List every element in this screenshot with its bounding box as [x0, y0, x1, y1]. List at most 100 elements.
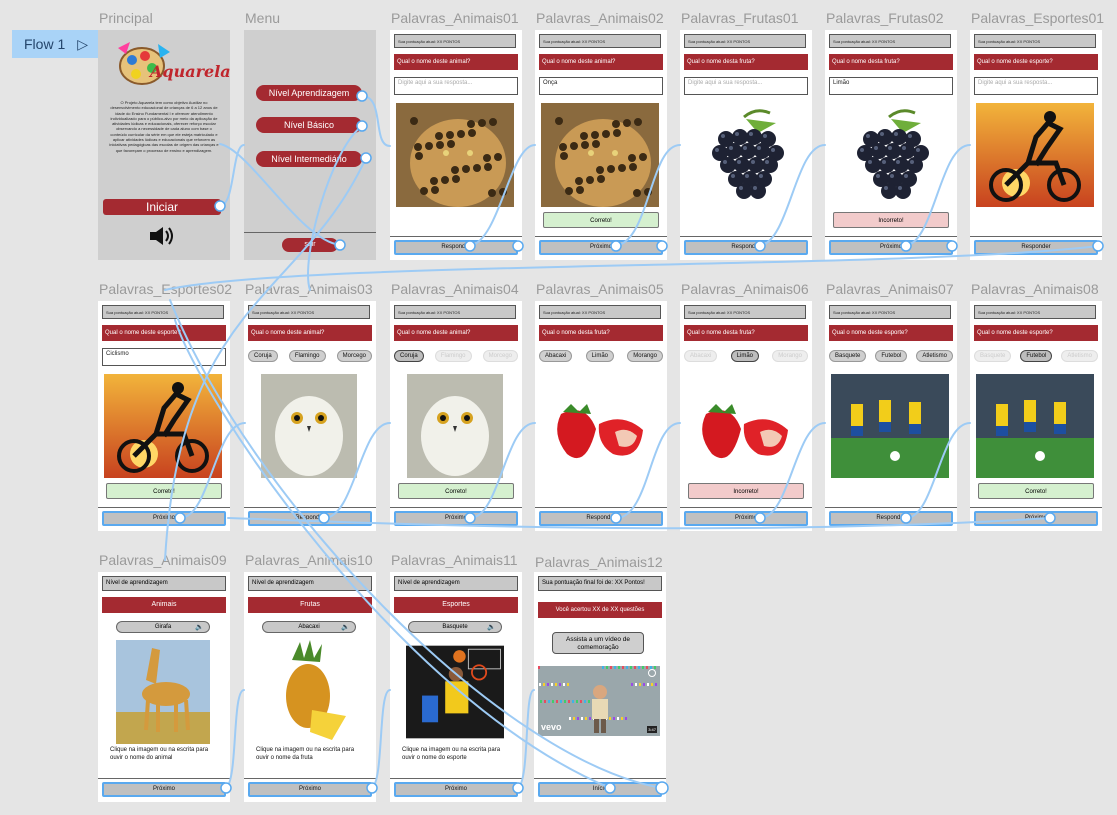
frame-title-final: Palavras_Animais12 [535, 554, 663, 570]
owl-image [250, 374, 368, 478]
answer-input[interactable]: Ciclismo [102, 348, 226, 366]
options-group: Abacaxi Limão Morango [684, 350, 808, 362]
speaker-icon: 🔈 [341, 624, 350, 631]
option-button[interactable]: Basquete [974, 350, 1012, 362]
option-button[interactable]: Morcego [336, 350, 372, 362]
option-button[interactable]: Abacaxi [539, 350, 573, 362]
options-group: Coruja Flamingo Morcego [394, 350, 518, 362]
next-button[interactable]: Próximo [102, 782, 226, 797]
soccer-image [831, 374, 949, 478]
level-header: Nível de aprendizagem [248, 576, 372, 591]
option-button[interactable]: Basquete [829, 350, 867, 362]
word-button[interactable]: Girafa 🔈 [116, 621, 210, 633]
nav-button[interactable]: Responder [248, 511, 372, 526]
giraffe-image[interactable] [114, 640, 212, 744]
frame-quiz: Sua pontuação atual: XX PONTOS Qual o nom… [390, 301, 522, 531]
nav-button[interactable]: Próximo [539, 240, 663, 255]
question-bar: Qual o nome deste animal? [394, 325, 518, 341]
word-button[interactable]: Basquete 🔈 [408, 621, 502, 633]
next-button[interactable]: Próximo [248, 782, 372, 797]
frame-quiz: Sua pontuação atual: XX PONTOS Qual o nom… [98, 301, 230, 531]
nav-button[interactable]: Responder [539, 511, 663, 526]
basketball-image[interactable] [406, 640, 504, 744]
option-button[interactable]: Abacaxi [684, 350, 718, 362]
next-button[interactable]: Próximo [394, 782, 518, 797]
strawberry-image [541, 374, 659, 478]
nav-button[interactable]: Responder [684, 240, 808, 255]
jaguar-image [396, 103, 514, 207]
score-display: Sua pontuação atual: XX PONTOS [539, 34, 661, 48]
option-button[interactable]: Flamingo [288, 350, 326, 362]
cyclist-image [104, 374, 222, 478]
hint-text: Clique na imagem ou na escrita para ouvi… [110, 747, 209, 761]
frame-final: Sua pontuação final foi de: XX Pontos! V… [534, 572, 666, 802]
score-display: Sua pontuação atual: XX PONTOS [684, 34, 806, 48]
nav-button[interactable]: Responder [974, 240, 1098, 255]
answer-input[interactable]: Onça [539, 77, 663, 95]
option-button[interactable]: Atletismo [1061, 350, 1098, 362]
pineapple-image[interactable] [260, 640, 358, 744]
frame-title: Palavras_Animais02 [536, 10, 664, 26]
menu-item-aprendizagem[interactable]: Nível Aprendizagem [256, 85, 362, 101]
watch-video-button[interactable]: Assista a um vídeo de comemoração [552, 632, 644, 654]
divider [825, 507, 957, 508]
frame-title: Palavras_Frutas01 [681, 10, 799, 26]
option-button[interactable]: Coruja [248, 350, 278, 362]
frame-title: Palavras_Animais11 [391, 552, 518, 568]
frame-learning: Nível de aprendizagem Frutas Abacaxi 🔈 Cliqu… [244, 572, 376, 802]
option-button[interactable]: Morango [772, 350, 808, 362]
menu-item-basico[interactable]: Nível Básico [256, 117, 362, 133]
score-display: Sua pontuação atual: XX PONTOS [394, 34, 516, 48]
feedback-badge: Correto! [543, 212, 659, 228]
option-button[interactable]: Coruja [394, 350, 424, 362]
option-button[interactable]: Flamingo [434, 350, 472, 362]
speaker-icon[interactable] [148, 226, 178, 246]
jaguar-image [541, 103, 659, 207]
frame-quiz: Sua pontuação atual: XX PONTOS Qual o nom… [680, 301, 812, 531]
answer-input[interactable]: Digite aqui a sua resposta... [394, 77, 518, 95]
flow-start-button[interactable]: Flow 1 ▷ [12, 30, 98, 58]
option-button[interactable]: Atletismo [916, 350, 953, 362]
frame-title: Palavras_Animais09 [99, 552, 227, 568]
nav-button[interactable]: Responder [829, 511, 953, 526]
menu-item-intermediario[interactable]: Nível Intermediário [256, 151, 362, 167]
option-button[interactable]: Limão [730, 350, 759, 362]
nav-button[interactable]: Próximo [829, 240, 953, 255]
option-button[interactable]: Futebol [875, 350, 908, 362]
category-bar: Frutas [248, 597, 372, 613]
nav-button[interactable]: Próximo [684, 511, 808, 526]
divider [970, 507, 1102, 508]
divider [390, 778, 522, 779]
final-score-header: Sua pontuação final foi de: XX Pontos! [538, 576, 662, 591]
nav-button[interactable]: Próximo [394, 511, 518, 526]
option-button[interactable]: Limão [585, 350, 614, 362]
score-display: Sua pontuação atual: XX PONTOS [684, 305, 806, 319]
option-button[interactable]: Futebol [1020, 350, 1053, 362]
divider [535, 236, 667, 237]
word-button[interactable]: Abacaxi 🔈 [262, 621, 356, 633]
frame-quiz: Sua pontuação atual: XX PONTOS Qual o nom… [535, 30, 667, 260]
score-display: Sua pontuação atual: XX PONTOS [102, 305, 224, 319]
nav-button[interactable]: Responder [394, 240, 518, 255]
question-bar: Qual o nome desta fruta? [539, 325, 663, 341]
answer-input[interactable]: Digite aqui a sua resposta... [684, 77, 808, 95]
home-button[interactable]: Início [538, 782, 662, 797]
frame-learning: Nível de aprendizagem Esportes Basquete 🔈 Cl… [390, 572, 522, 802]
frame-title: Palavras_Animais05 [536, 281, 664, 297]
question-bar: Qual o nome deste animal? [394, 54, 518, 70]
frame-quiz: Sua pontuação atual: XX PONTOS Qual o nom… [970, 30, 1102, 260]
start-button[interactable]: Iniciar [103, 199, 221, 215]
answer-input[interactable]: Digite aqui a sua resposta... [974, 77, 1098, 95]
answer-input[interactable]: Limão [829, 77, 953, 95]
frame-title: Palavras_Animais01 [391, 10, 519, 26]
hint-text: Clique na imagem ou na escrita para ouvi… [256, 747, 355, 761]
frame-title: Palavras_Esportes02 [99, 281, 233, 297]
nav-button[interactable]: Próximo [102, 511, 226, 526]
question-bar: Qual o nome desta fruta? [829, 54, 953, 70]
hint-text: Clique na imagem ou na escrita para ouvi… [402, 747, 501, 761]
nav-button[interactable]: Próximo [974, 511, 1098, 526]
option-button[interactable]: Morcego [482, 350, 518, 362]
exit-button[interactable]: sair [282, 238, 338, 252]
video-thumbnail[interactable]: vevo 3:47 [538, 666, 660, 736]
option-button[interactable]: Morango [627, 350, 663, 362]
